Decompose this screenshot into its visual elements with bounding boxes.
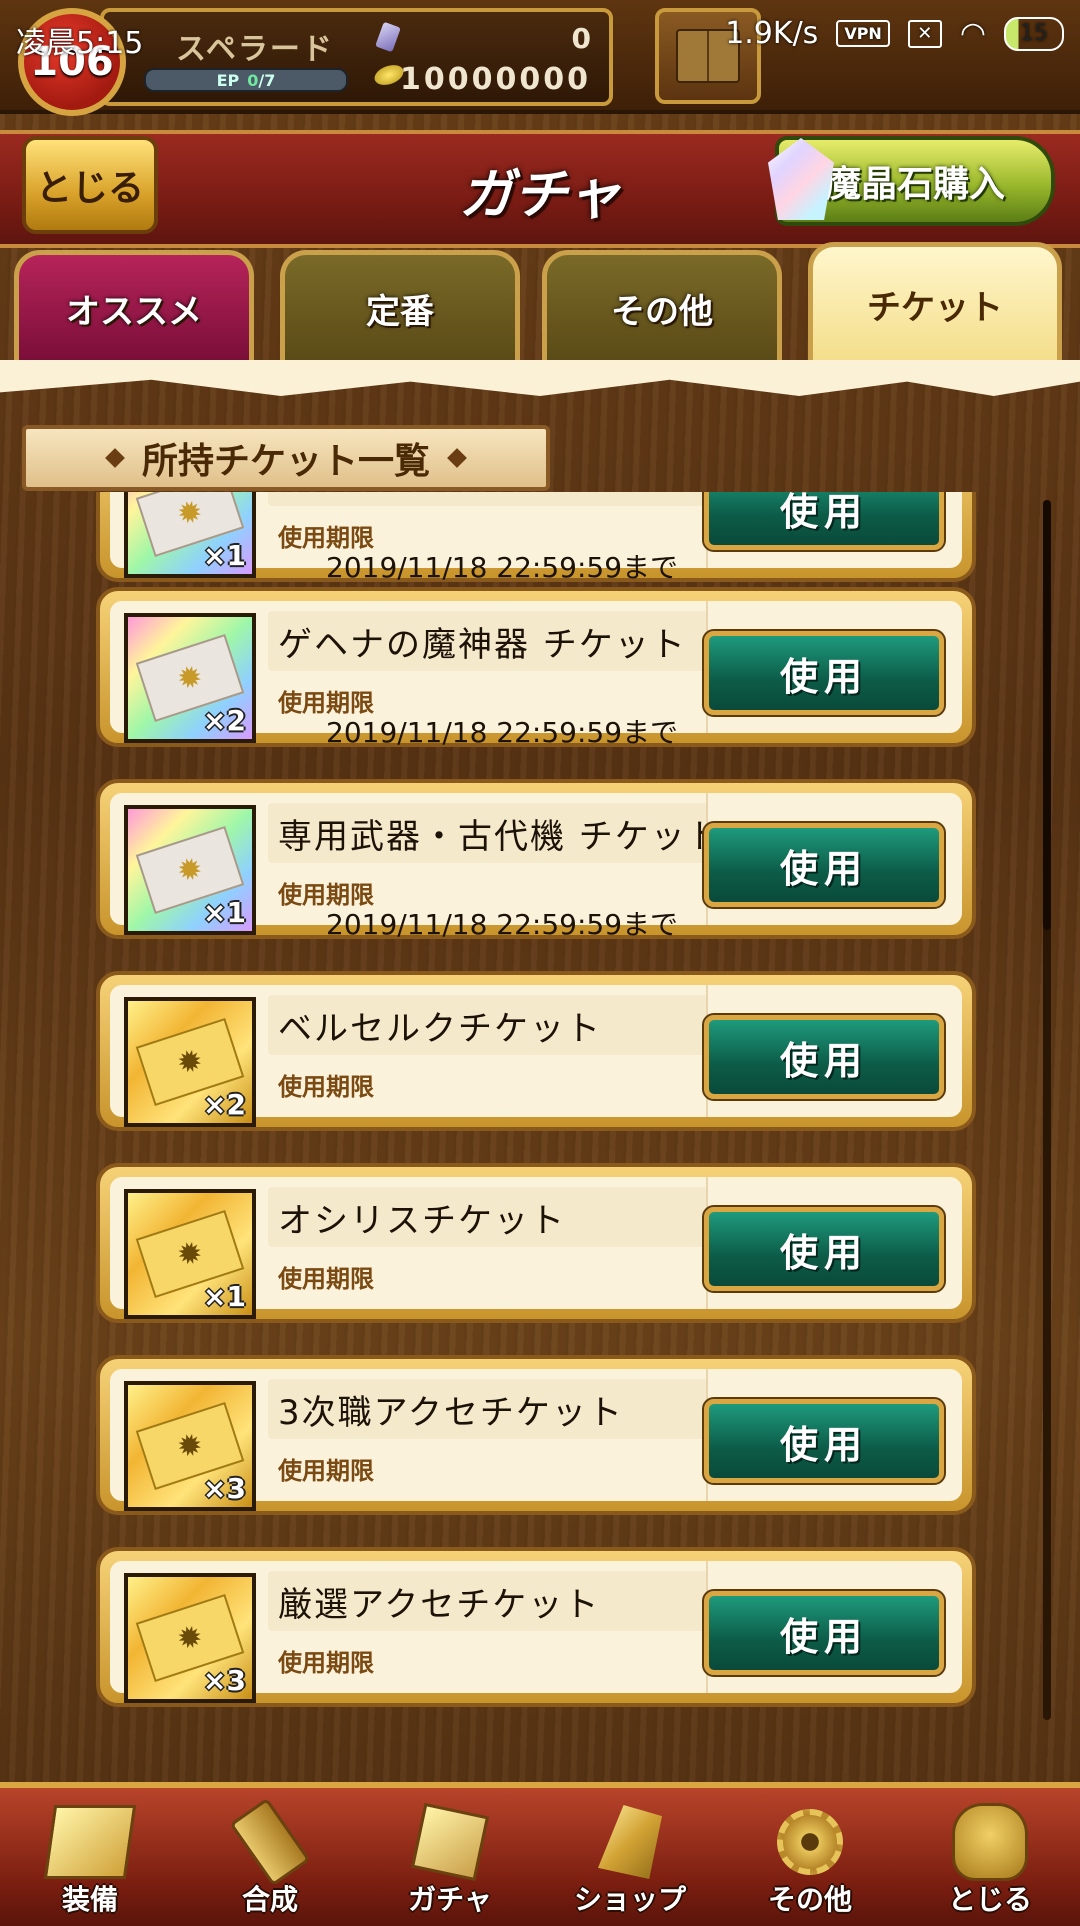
ticket-icon: ✹ ×1 [124, 492, 256, 578]
crystal-shop-icon [598, 1805, 662, 1879]
status-bar: 凌晨5:15 1.9K/s VPN ✕ ◠ 15 [0, 0, 1080, 70]
ticket-row: ✹ ×2 ベルセルクチケット 使用期限 使用 [96, 971, 976, 1131]
battery-icon: 15 [1004, 16, 1064, 51]
use-button[interactable]: 使用 [702, 492, 946, 552]
nav-shop[interactable]: ショップ [545, 1788, 715, 1926]
use-button[interactable]: 使用 [702, 821, 946, 909]
ep-current: 0 [247, 70, 259, 90]
tab-panel-edge [0, 360, 1080, 396]
scrollbar-thumb[interactable] [1043, 500, 1051, 930]
equipment-icon [43, 1805, 137, 1879]
use-button[interactable]: 使用 [702, 1205, 946, 1293]
ticket-count: ×1 [203, 896, 246, 929]
gacha-icon [410, 1802, 490, 1882]
wifi-icon: ◠ [959, 16, 986, 51]
ticket-name: 3次職アクセチケット [278, 1393, 624, 1433]
tab-recommended[interactable]: オススメ [14, 250, 254, 362]
nav-label: とじる [947, 1883, 1032, 1916]
nav-equipment[interactable]: 装備 [5, 1788, 175, 1926]
nav-synthesis[interactable]: 合成 [185, 1788, 355, 1926]
hammer-icon [229, 1797, 311, 1887]
ticket-count: ×1 [203, 1280, 246, 1313]
ticket-name: 専用武器・古代機 チケット [278, 817, 723, 857]
use-button[interactable]: 使用 [702, 629, 946, 717]
nav-label: 装備 [61, 1883, 118, 1916]
ticket-row-panel: ✹ ×1 使用期限 2019/11/18 22:59:59まで 使用 [110, 492, 962, 584]
ticket-count: ×3 [203, 1472, 246, 1505]
ep-max: /7 [258, 70, 276, 90]
page-title: ガチャ [459, 163, 621, 226]
diamond-ornament-icon [105, 448, 125, 468]
diamond-ornament-icon [447, 448, 467, 468]
ticket-row-panel: ✹ ×1 オシリスチケット 使用期限 使用 [110, 1177, 962, 1319]
close-statue-icon [952, 1803, 1028, 1881]
ticket-row: ✹ ×3 3次職アクセチケット 使用期限 使用 [96, 1355, 976, 1515]
ticket-row: ✹ ×1 オシリスチケット 使用期限 使用 [96, 1163, 976, 1323]
ticket-icon: ✹ ×3 [124, 1573, 256, 1703]
expiry-label: 使用期限 [278, 1073, 374, 1101]
expiry-label: 使用期限 [278, 1265, 374, 1293]
ticket-count: ×1 [203, 539, 246, 572]
ticket-list[interactable]: ✹ ×1 使用期限 2019/11/18 22:59:59まで 使用 ✹ ×2 ゲヘ… [0, 492, 1080, 1722]
tab-bar: オススメ 定番 その他 チケット [0, 242, 1080, 370]
ticket-count: ×3 [203, 1664, 246, 1697]
nav-close[interactable]: とじる [905, 1788, 1075, 1926]
ticket-row: ✹ ×3 厳選アクセチケット 使用期限 使用 [96, 1547, 976, 1707]
ticket-row-panel: ✹ ×2 ベルセルクチケット 使用期限 使用 [110, 985, 962, 1127]
ticket-row: ✹ ×2 ゲヘナの魔神器 チケット 使用期限 2019/11/18 22:59:5… [96, 587, 976, 749]
nav-label: ガチャ [408, 1883, 492, 1916]
nav-other[interactable]: その他 [725, 1788, 895, 1926]
close-button[interactable]: とじる [22, 136, 158, 234]
ticket-icon: ✹ ×1 [124, 1189, 256, 1319]
status-icons: 1.9K/s VPN ✕ ◠ 15 [725, 16, 1064, 51]
ticket-name: 厳選アクセチケット [278, 1585, 601, 1625]
tab-ticket[interactable]: チケット [808, 242, 1062, 362]
ticket-count: ×2 [203, 1088, 246, 1121]
use-button[interactable]: 使用 [702, 1013, 946, 1101]
ticket-row-panel: ✹ ×1 専用武器・古代機 チケット 使用期限 2019/11/18 22:59:… [110, 793, 962, 941]
no-sim-icon: ✕ [907, 19, 942, 48]
net-speed: 1.9K/s [725, 16, 819, 51]
expiry-label: 使用期限 [278, 1457, 374, 1485]
gear-icon [777, 1809, 843, 1875]
ticket-row: ✹ ×1 使用期限 2019/11/18 22:59:59まで 使用 [96, 492, 976, 584]
ticket-icon: ✹ ×1 [124, 805, 256, 935]
ep-bar: EP 0/7 [144, 68, 348, 92]
ticket-icon: ✹ ×2 [124, 997, 256, 1127]
nav-label: その他 [767, 1883, 852, 1916]
use-button[interactable]: 使用 [702, 1397, 946, 1485]
ticket-row-panel: ✹ ×3 厳選アクセチケット 使用期限 使用 [110, 1561, 962, 1703]
ticket-count: ×2 [203, 704, 246, 737]
ticket-name: オシリスチケット [278, 1201, 566, 1241]
expiry-date: 2019/11/18 22:59:59まで [326, 908, 679, 941]
ticket-icon: ✹ ×3 [124, 1381, 256, 1511]
ticket-name: ベルセルクチケット [278, 1009, 602, 1049]
ep-label: EP [216, 70, 240, 90]
tab-standard[interactable]: 定番 [280, 250, 520, 362]
ticket-row: ✹ ×1 専用武器・古代機 チケット 使用期限 2019/11/18 22:59:… [96, 779, 976, 941]
ticket-name-band [268, 492, 708, 506]
bottom-nav: 装備 合成 ガチャ ショップ その他 とじる [0, 1782, 1080, 1926]
section-title: 所持チケット一覧 [141, 441, 430, 482]
nav-gacha[interactable]: ガチャ [365, 1788, 535, 1926]
ticket-row-panel: ✹ ×3 3次職アクセチケット 使用期限 使用 [110, 1369, 962, 1511]
status-time: 凌晨5:15 [16, 26, 144, 61]
section-heading: 所持チケット一覧 [22, 425, 550, 491]
nav-label: ショップ [573, 1883, 686, 1916]
vpn-icon: VPN [836, 20, 890, 47]
ticket-row-panel: ✹ ×2 ゲヘナの魔神器 チケット 使用期限 2019/11/18 22:59:5… [110, 601, 962, 749]
tab-other[interactable]: その他 [542, 250, 782, 362]
ticket-icon: ✹ ×2 [124, 613, 256, 743]
use-button[interactable]: 使用 [702, 1589, 946, 1677]
expiry-label: 使用期限 [278, 1649, 374, 1677]
ticket-name: ゲヘナの魔神器 チケット [278, 625, 687, 665]
expiry-date: 2019/11/18 22:59:59まで [326, 716, 679, 749]
expiry-date: 2019/11/18 22:59:59まで [326, 551, 679, 584]
nav-label: 合成 [241, 1883, 298, 1916]
